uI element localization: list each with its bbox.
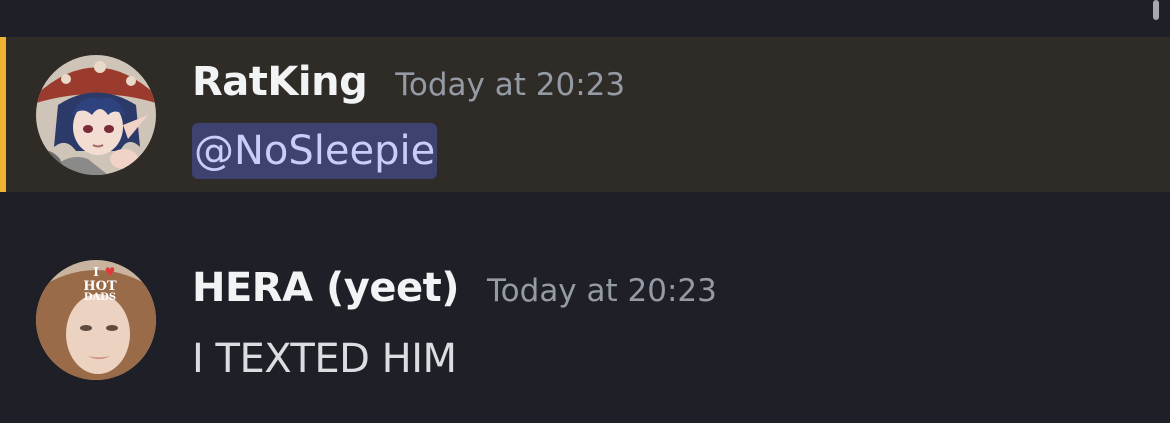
anime-character-avatar-icon [36,55,156,175]
chat-message-list: RatKing Today at 20:23 @NoSleepie I ♥ HO… [0,0,1170,423]
selfie-avatar-icon: I ♥ HOT DADS [36,260,156,380]
message-content: @NoSleepie [192,123,438,179]
user-mention[interactable]: @NoSleepie [192,123,438,179]
message-timestamp[interactable]: Today at 20:23 [395,67,625,103]
message-header: RatKing Today at 20:23 [192,59,625,105]
user-avatar-ratking[interactable] [36,55,156,175]
message-item-mentioned[interactable]: RatKing Today at 20:23 @NoSleepie [0,37,1170,192]
username[interactable]: RatKing [192,59,368,105]
mention-highlight-bar [0,37,6,192]
message-header: HERA (yeet) Today at 20:23 [192,265,717,311]
scrollbar-thumb[interactable] [1153,0,1159,20]
username[interactable]: HERA (yeet) [192,265,460,311]
message-content: I TEXTED HIM [192,336,457,382]
badge-line1-text: I [93,265,99,279]
user-avatar-hera[interactable]: I ♥ HOT DADS [36,260,156,380]
heart-icon: ♥ [105,265,116,279]
message-item[interactable]: I ♥ HOT DADS HERA (yeet) Today at 20:23 … [0,240,1170,390]
badge-line3-text: DADS [84,292,116,303]
message-timestamp[interactable]: Today at 20:23 [487,273,717,309]
message-text: I TEXTED HIM [192,336,457,382]
